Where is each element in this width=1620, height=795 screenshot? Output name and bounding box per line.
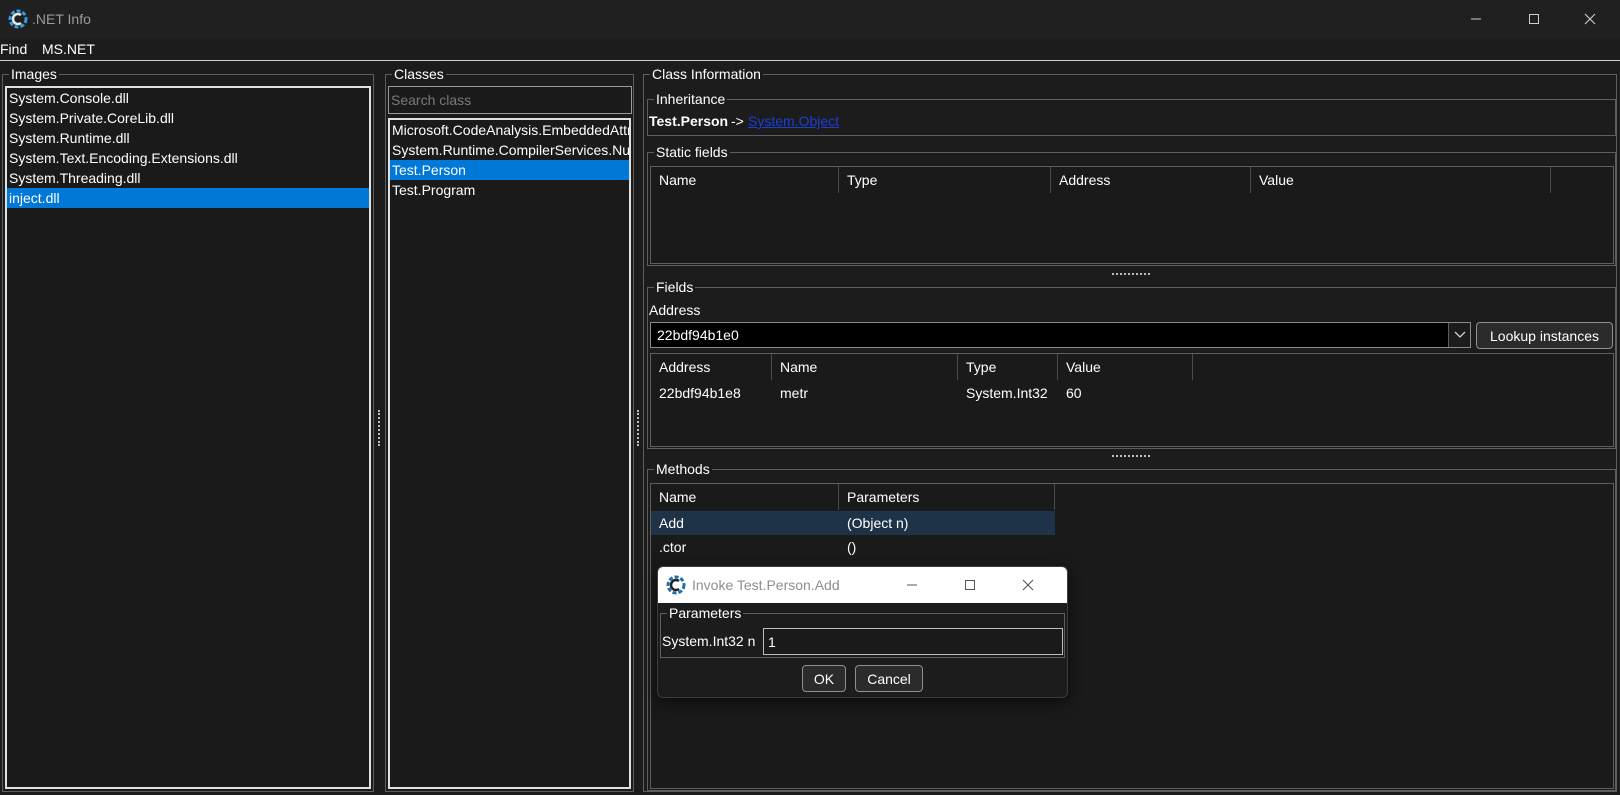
image-item[interactable]: System.Private.CoreLib.dll bbox=[7, 108, 369, 128]
class-item[interactable]: System.Runtime.CompilerServices.Nullable… bbox=[390, 140, 629, 160]
col-value[interactable]: Value bbox=[1058, 354, 1193, 380]
maximize-icon bbox=[965, 580, 975, 590]
dialog-minimize-button[interactable] bbox=[892, 567, 932, 603]
inheritance-group-title: Inheritance bbox=[654, 90, 728, 108]
param-value-input[interactable] bbox=[763, 628, 1063, 655]
image-item[interactable]: System.Console.dll bbox=[7, 88, 369, 108]
static-fields-table[interactable]: Name Type Address Value bbox=[650, 166, 1614, 264]
method-name-cell: Add bbox=[659, 515, 684, 531]
close-icon bbox=[1022, 579, 1034, 591]
col-type[interactable]: Type bbox=[839, 167, 1051, 193]
methods-header: Name Parameters bbox=[651, 484, 1613, 510]
method-params-cell: (Object n) bbox=[847, 515, 909, 531]
col-name[interactable]: Name bbox=[651, 484, 839, 510]
menu-msnet[interactable]: MS.NET bbox=[42, 41, 95, 57]
invoke-dialog: Invoke Test.Person.Add Parameters System… bbox=[657, 566, 1068, 698]
class-info-group-title: Class Information bbox=[650, 65, 763, 83]
col-address[interactable]: Address bbox=[1051, 167, 1251, 193]
combo-dropdown-button[interactable] bbox=[1448, 323, 1470, 347]
minimize-icon bbox=[907, 584, 917, 586]
menu-bar: Find MS.NET bbox=[0, 38, 1620, 61]
methods-group-title: Methods bbox=[654, 460, 712, 478]
splitter-fields[interactable] bbox=[1112, 455, 1150, 458]
classes-group-title: Classes bbox=[392, 65, 446, 83]
close-icon bbox=[1584, 13, 1596, 25]
method-name-cell: .ctor bbox=[659, 539, 687, 555]
chevron-down-icon bbox=[1454, 331, 1465, 338]
col-name[interactable]: Name bbox=[651, 167, 839, 193]
dialog-title: Invoke Test.Person.Add bbox=[692, 577, 840, 593]
close-button[interactable] bbox=[1562, 0, 1618, 38]
field-name-cell: metr bbox=[780, 385, 808, 401]
image-item[interactable]: System.Runtime.dll bbox=[7, 128, 369, 148]
cancel-button[interactable]: Cancel bbox=[855, 665, 923, 692]
col-name[interactable]: Name bbox=[772, 354, 958, 380]
field-type-cell: System.Int32 bbox=[966, 385, 1048, 401]
dialog-close-button[interactable] bbox=[1008, 567, 1048, 603]
address-combobox[interactable]: 22bdf94b1e0 bbox=[650, 322, 1471, 348]
splitter-classes-info[interactable] bbox=[637, 410, 640, 446]
class-item[interactable]: Test.Program bbox=[390, 180, 629, 200]
col-parameters[interactable]: Parameters bbox=[839, 484, 1055, 510]
search-class-input[interactable] bbox=[388, 86, 632, 114]
fields-table[interactable]: Address Name Type Value 22bdf94b1e8 metr… bbox=[650, 353, 1614, 447]
field-address-cell: 22bdf94b1e8 bbox=[659, 385, 741, 401]
field-value-cell: 60 bbox=[1066, 385, 1082, 401]
window-title: .NET Info bbox=[32, 11, 91, 27]
col-address[interactable]: Address bbox=[651, 354, 772, 380]
app-logo-icon bbox=[666, 575, 686, 595]
method-params-cell: () bbox=[847, 539, 857, 555]
app-logo-icon bbox=[8, 9, 28, 29]
class-item-selected[interactable]: Test.Person bbox=[390, 160, 629, 180]
classes-list[interactable]: Microsoft.CodeAnalysis.EmbeddedAttribute… bbox=[388, 118, 631, 789]
image-item[interactable]: System.Text.Encoding.Extensions.dll bbox=[7, 148, 369, 168]
static-fields-header: Name Type Address Value bbox=[651, 167, 1613, 193]
images-group-title: Images bbox=[9, 65, 59, 83]
maximize-icon bbox=[1529, 14, 1539, 24]
ok-button[interactable]: OK bbox=[802, 665, 846, 692]
base-class-link[interactable]: System.Object bbox=[748, 113, 839, 129]
splitter-images-classes[interactable] bbox=[378, 410, 381, 446]
param-label: System.Int32 n bbox=[662, 633, 756, 649]
fields-header: Address Name Type Value bbox=[651, 354, 1613, 380]
minimize-button[interactable] bbox=[1448, 0, 1504, 38]
current-class-name: Test.Person bbox=[649, 113, 729, 129]
fields-group-title: Fields bbox=[654, 278, 696, 296]
static-fields-group-title: Static fields bbox=[654, 143, 730, 161]
dialog-title-bar: Invoke Test.Person.Add bbox=[658, 567, 1067, 603]
class-item[interactable]: Microsoft.CodeAnalysis.EmbeddedAttribute bbox=[390, 120, 629, 140]
menu-find[interactable]: Find bbox=[0, 41, 27, 57]
col-value[interactable]: Value bbox=[1251, 167, 1551, 193]
dialog-maximize-button[interactable] bbox=[950, 567, 990, 603]
maximize-button[interactable] bbox=[1506, 0, 1562, 38]
splitter-static-fields[interactable] bbox=[1112, 273, 1150, 276]
inheritance-arrow: -> bbox=[731, 113, 744, 129]
col-type[interactable]: Type bbox=[958, 354, 1058, 380]
address-value: 22bdf94b1e0 bbox=[657, 327, 739, 343]
minimize-icon bbox=[1471, 18, 1481, 20]
image-item[interactable]: System.Threading.dll bbox=[7, 168, 369, 188]
parameters-group-title: Parameters bbox=[667, 604, 744, 622]
images-list[interactable]: System.Console.dll System.Private.CoreLi… bbox=[5, 86, 371, 789]
title-bar: .NET Info bbox=[0, 0, 1620, 38]
image-item-selected[interactable]: inject.dll bbox=[7, 188, 369, 208]
address-label: Address bbox=[649, 302, 701, 318]
lookup-instances-button[interactable]: Lookup instances bbox=[1476, 322, 1613, 349]
